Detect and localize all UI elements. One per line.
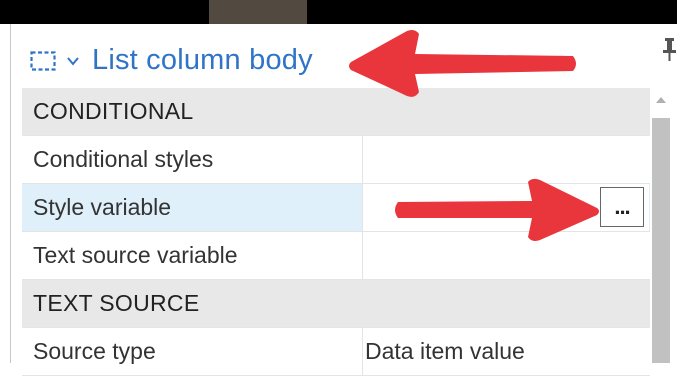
property-name: Conditional styles bbox=[33, 146, 214, 172]
scrollbar-thumb[interactable] bbox=[652, 118, 670, 363]
dashed-selection-icon[interactable] bbox=[30, 50, 56, 72]
property-name: Source type bbox=[33, 338, 156, 364]
ellipsis-button[interactable]: ... bbox=[600, 187, 644, 227]
section-label: CONDITIONAL bbox=[33, 98, 194, 124]
section-header-text-source[interactable]: TEXT SOURCE bbox=[22, 280, 650, 328]
property-row-source-type[interactable]: Source type Data item value bbox=[22, 328, 650, 376]
panel-title[interactable]: List column body bbox=[92, 44, 313, 77]
property-row-conditional-styles[interactable]: Conditional styles bbox=[22, 136, 650, 184]
scroll-up-icon[interactable] bbox=[655, 95, 667, 105]
property-name: Text source variable bbox=[33, 242, 238, 268]
top-bar bbox=[0, 0, 677, 24]
property-value[interactable]: Data item value bbox=[362, 328, 649, 375]
pin-icon[interactable] bbox=[662, 36, 677, 62]
red-arrow-right-icon bbox=[395, 178, 599, 241]
top-bar-tab[interactable] bbox=[209, 0, 307, 24]
section-label: TEXT SOURCE bbox=[33, 290, 200, 316]
property-value[interactable] bbox=[362, 136, 649, 183]
red-arrow-left-icon bbox=[349, 30, 576, 97]
property-name: Style variable bbox=[33, 194, 172, 220]
chevron-down-icon[interactable] bbox=[67, 56, 79, 66]
